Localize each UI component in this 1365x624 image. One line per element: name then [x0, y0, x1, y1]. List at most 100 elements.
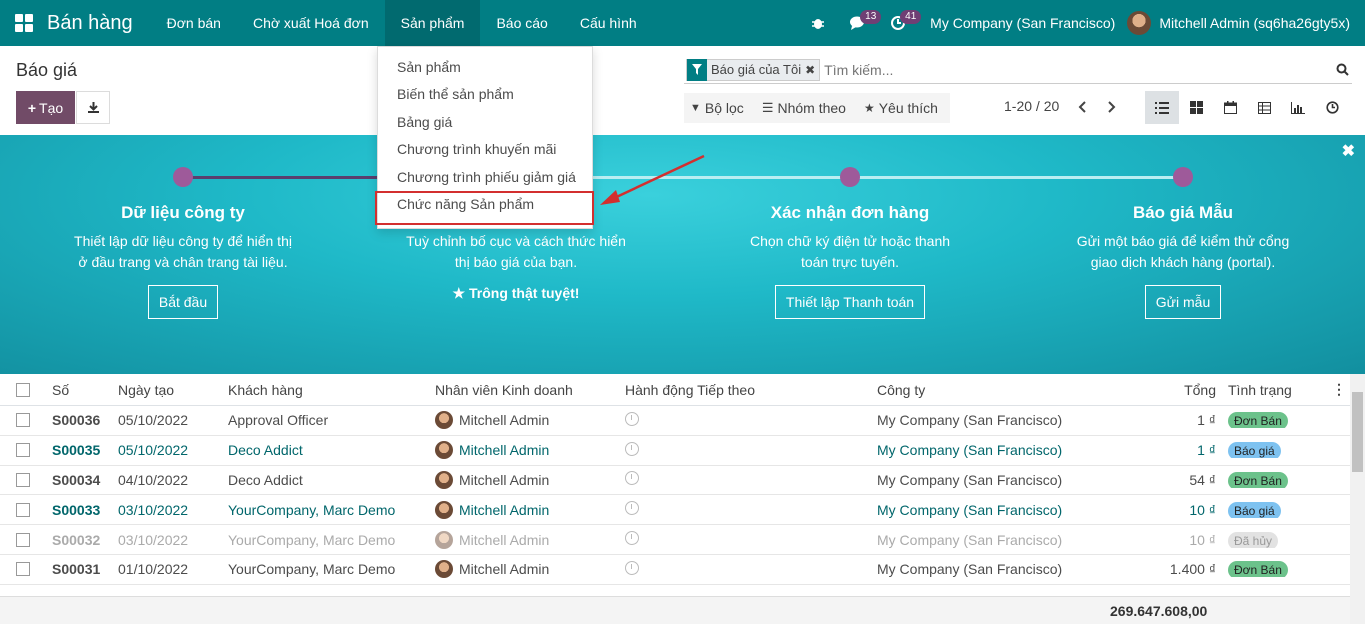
cell-customer: Deco Addict — [228, 471, 303, 488]
list-view-icon[interactable] — [1145, 91, 1179, 124]
menu-products[interactable]: Sản phẩm — [384, 0, 481, 46]
filter-icon — [687, 58, 707, 81]
row-checkbox[interactable] — [16, 443, 30, 458]
table-row[interactable]: S00032 03/10/2022 YourCompany, Marc Demo… — [0, 525, 1350, 555]
cell-date: 01/10/2022 — [118, 561, 189, 578]
menu-orders[interactable]: Đơn bán — [151, 0, 237, 46]
step-sample-quotation: Báo giá Mẫu Gửi một báo giá để kiểm thử … — [1073, 203, 1293, 319]
step-title: Dữ liệu công ty — [121, 203, 245, 222]
col-status[interactable]: Tình trạng — [1222, 382, 1340, 398]
table-row[interactable]: S00036 05/10/2022 Approval Officer Mitch… — [0, 406, 1350, 436]
search-icon[interactable] — [1332, 60, 1352, 80]
table-row[interactable]: S00033 03/10/2022 YourCompany, Marc Demo… — [0, 495, 1350, 526]
dropdown-item-variants[interactable]: Biến thể sản phẩm — [378, 81, 592, 109]
dropdown-item-products[interactable]: Sản phẩm — [378, 53, 592, 81]
menu-reporting[interactable]: Báo cáo — [480, 0, 563, 46]
company-switcher[interactable]: My Company (San Francisco) — [918, 15, 1127, 31]
col-salesperson[interactable]: Nhân viên Kinh doanh — [429, 382, 619, 398]
row-checkbox[interactable] — [16, 472, 30, 487]
filters-label: Bộ lọc — [704, 100, 744, 116]
col-date[interactable]: Ngày tạo — [112, 382, 222, 398]
select-all-checkbox[interactable] — [16, 382, 30, 397]
search-options: ▼ Bộ lọc ☰ Nhóm theo ★ Yêu thích — [684, 93, 950, 123]
status-badge: Đơn Bán — [1228, 471, 1288, 488]
control-panel: Báo giá +Tạo Báo giá của Tôi ✖ ▼Bộ lọc ☰… — [0, 46, 1365, 135]
search-input[interactable] — [824, 61, 1332, 78]
graph-view-icon[interactable] — [1281, 91, 1315, 124]
activity-clock-icon[interactable] — [625, 501, 639, 516]
calendar-view-icon[interactable] — [1213, 91, 1247, 124]
pager-value[interactable]: 1-20 / 20 — [1004, 98, 1059, 114]
create-label: Tạo — [39, 99, 64, 116]
user-menu[interactable]: Mitchell Admin (sq6ha26gty5x) — [1127, 11, 1365, 35]
table-row[interactable]: S00031 01/10/2022 YourCompany, Marc Demo… — [0, 555, 1350, 585]
favorites-toggle[interactable]: ★ Yêu thích — [864, 100, 938, 116]
step-description: Gửi một báo giá để kiểm thử cổng giao dị… — [1076, 233, 1290, 270]
search-facet[interactable]: Báo giá của Tôi ✖ — [686, 58, 821, 81]
activity-clock-icon[interactable] — [625, 471, 639, 486]
star-icon: ★ — [452, 285, 469, 301]
top-navbar: Bán hàng Đơn bán Chờ xuất Hoá đơn Sản ph… — [0, 0, 1365, 46]
app-name[interactable]: Bán hàng — [47, 12, 133, 35]
row-checkbox[interactable] — [16, 562, 30, 577]
menu-to-invoice[interactable]: Chờ xuất Hoá đơn — [237, 0, 385, 46]
step-title: Xác nhận đơn hàng — [770, 203, 930, 222]
activities-button[interactable]: 41 — [878, 0, 922, 46]
cell-activity — [619, 501, 871, 518]
menu-configuration[interactable]: Cấu hình — [564, 0, 653, 46]
cell-total: 54 ₫ — [1189, 471, 1216, 488]
filters-toggle[interactable]: ▼ Bộ lọc — [690, 100, 744, 116]
col-company[interactable]: Công ty — [871, 382, 1096, 398]
download-icon — [87, 102, 99, 113]
table-row[interactable]: S00035 05/10/2022 Deco Addict Mitchell A… — [0, 436, 1350, 466]
cell-salesperson: Mitchell Admin — [429, 500, 619, 519]
dropdown-item-pricelists[interactable]: Bảng giá — [378, 108, 592, 136]
kanban-view-icon[interactable] — [1179, 91, 1213, 124]
pager-next-icon[interactable] — [1102, 96, 1122, 118]
activity-view-icon[interactable] — [1315, 91, 1349, 124]
row-checkbox[interactable] — [16, 532, 30, 547]
close-icon[interactable]: ✖ — [1342, 141, 1355, 161]
cell-salesperson: Mitchell Admin — [429, 530, 619, 549]
pivot-view-icon[interactable] — [1247, 91, 1281, 124]
send-sample-button[interactable]: Gửi mẫu — [1144, 285, 1222, 319]
cell-total: 1 ₫ — [1197, 412, 1216, 429]
star-icon: ★ — [863, 101, 875, 115]
column-options-icon[interactable]: ⋮ — [1332, 381, 1346, 398]
step-dot — [840, 167, 860, 187]
activity-clock-icon[interactable] — [625, 441, 639, 456]
debug-icon[interactable] — [798, 0, 838, 46]
col-customer[interactable]: Khách hàng — [222, 382, 429, 398]
dropdown-item-product-features[interactable]: Chức năng Sản phẩm — [378, 191, 592, 219]
col-next-activity[interactable]: Hành động Tiếp theo — [619, 382, 871, 398]
salesperson-name: Mitchell Admin — [459, 531, 550, 548]
row-checkbox[interactable] — [16, 502, 30, 517]
vertical-scrollbar[interactable] — [1350, 374, 1365, 624]
table-row[interactable]: S00034 04/10/2022 Deco Addict Mitchell A… — [0, 466, 1350, 496]
pager-previous-icon[interactable] — [1072, 96, 1092, 118]
activity-clock-icon[interactable] — [625, 531, 639, 546]
setup-payment-button[interactable]: Thiết lập Thanh toán — [774, 285, 926, 319]
activity-clock-icon[interactable] — [625, 560, 639, 575]
cell-activity — [619, 531, 871, 548]
col-total[interactable]: Tổng — [1096, 382, 1222, 398]
activity-clock-icon[interactable] — [625, 411, 639, 426]
download-button[interactable] — [76, 91, 110, 124]
row-checkbox[interactable] — [16, 413, 30, 428]
apps-menu-icon[interactable] — [15, 14, 33, 32]
group-by-toggle[interactable]: ☰ Nhóm theo — [762, 100, 846, 116]
cell-number: S00036 — [52, 412, 101, 429]
col-number[interactable]: Số — [46, 382, 112, 398]
dropdown-item-coupons[interactable]: Chương trình phiếu giảm giá — [378, 163, 592, 191]
dropdown-item-promotions[interactable]: Chương trình khuyến mãi — [378, 136, 592, 164]
cell-company: My Company (San Francisco) — [877, 471, 1063, 488]
cell-customer: YourCompany, Marc Demo — [228, 531, 396, 548]
messages-button[interactable]: 13 — [838, 0, 882, 46]
facet-remove-icon[interactable]: ✖ — [805, 63, 819, 77]
create-button[interactable]: + Tạo — [16, 91, 75, 124]
cell-salesperson: Mitchell Admin — [429, 560, 619, 579]
scrollbar-thumb[interactable] — [1352, 392, 1363, 472]
step-dot — [173, 167, 193, 187]
start-button[interactable]: Bắt đầu — [147, 285, 219, 319]
cell-company: My Company (San Francisco) — [877, 412, 1063, 429]
